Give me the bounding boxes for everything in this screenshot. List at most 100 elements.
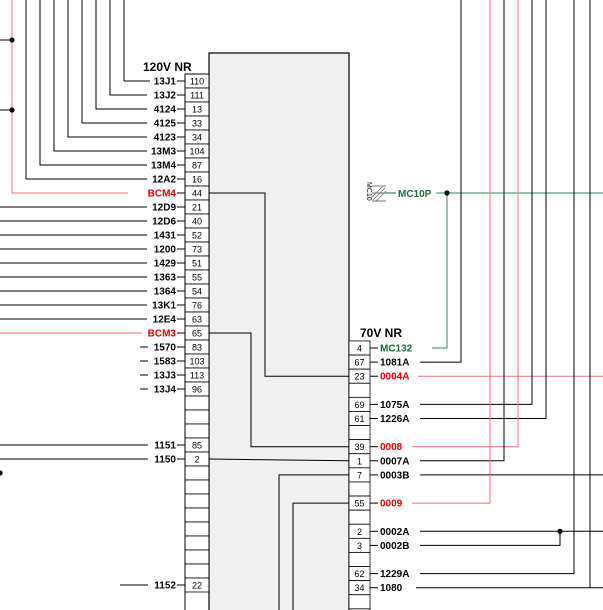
left-wire-label: 1363 xyxy=(154,273,177,284)
right-pin-cell xyxy=(348,481,371,497)
right-pin-number: 2 xyxy=(357,527,362,537)
left-pin-number: 44 xyxy=(192,189,202,199)
left-connector-title: 120V NR xyxy=(143,60,192,74)
left-wire-label: 4125 xyxy=(154,119,177,130)
right-wire-label: 1229A xyxy=(380,569,409,580)
wire-junction-dot xyxy=(0,470,3,476)
right-wire-label: MC132 xyxy=(380,344,413,355)
left-wire-label: 1583 xyxy=(154,357,177,368)
left-pin-cell xyxy=(184,493,210,509)
wiring-diagram: 11013J111113J213412433412534412310413M38… xyxy=(0,0,603,610)
left-wire-label: 12D6 xyxy=(152,217,176,228)
left-riser-wire xyxy=(39,0,147,166)
right-pin-number: 34 xyxy=(354,583,364,593)
right-pin-cell xyxy=(348,382,371,398)
right-wire-label: 0004A xyxy=(380,372,409,383)
right-wire-label: 1075A xyxy=(380,400,409,411)
left-wire-label: BCM3 xyxy=(148,329,177,340)
right-connector-title: 70V NR xyxy=(360,326,402,340)
right-pin-number: 23 xyxy=(354,372,364,382)
left-pin-number: 113 xyxy=(190,371,204,381)
left-wire-label: 1200 xyxy=(154,245,177,256)
right-wire-label: 1080 xyxy=(380,583,403,594)
left-pin-cell xyxy=(184,423,210,439)
left-riser-wire xyxy=(95,0,147,110)
left-pin-number: 83 xyxy=(192,343,202,353)
right-pin-number: 62 xyxy=(354,569,364,579)
left-pin-number: 22 xyxy=(192,581,202,591)
right-pin-cell xyxy=(348,509,371,525)
left-wire-label: 12D9 xyxy=(152,203,176,214)
left-pin-number: 54 xyxy=(192,287,202,297)
left-pin-cell xyxy=(184,479,210,495)
right-pin-cell xyxy=(348,552,371,567)
right-pin-cell xyxy=(348,425,371,441)
left-pin-cell xyxy=(184,563,210,579)
left-pin-cell xyxy=(184,521,210,537)
left-pin-cell xyxy=(184,395,210,411)
capacitor-net-label: MC10P xyxy=(398,189,432,200)
wire-junction-dot xyxy=(9,37,15,43)
left-connector-120v: 110 13J1 111 13J2 13 4124 33 4125 34 4123 104 13M3 8… xyxy=(148,73,210,610)
left-wire-label: 13M3 xyxy=(151,147,176,158)
left-riser-wire xyxy=(67,0,147,138)
left-wire-label: 13J4 xyxy=(154,385,177,396)
left-pin-number: 111 xyxy=(190,91,204,101)
left-pin-number: 16 xyxy=(192,175,202,185)
right-connector-70v: 4 MC13267 1081A23 0004A69 1075A61 1226A39 0008… xyxy=(348,340,413,610)
right-riser-wire xyxy=(420,0,533,405)
left-pin-number: 76 xyxy=(192,301,202,311)
left-wire-label: 1429 xyxy=(154,259,177,270)
left-pin-number: 2 xyxy=(194,455,199,465)
right-pin-number: 61 xyxy=(354,414,364,424)
left-pin-number: 52 xyxy=(192,231,202,241)
right-wire-label: 0002B xyxy=(380,541,409,552)
right-pin-number: 1 xyxy=(357,456,362,466)
right-pin-cell xyxy=(348,594,371,610)
left-wire-label: 1431 xyxy=(154,231,177,242)
left-riser-wire xyxy=(81,0,147,124)
left-wire-label: 1150 xyxy=(154,455,176,466)
right-wire-label: 0002A xyxy=(380,527,409,538)
right-riser-wire xyxy=(420,0,462,363)
left-pin-number: 104 xyxy=(189,147,204,157)
left-wire-label: 13J3 xyxy=(154,371,177,382)
left-red-wire xyxy=(11,0,128,194)
right-wire-label: 1226A xyxy=(380,414,409,425)
right-wire-label: 0007A xyxy=(380,456,409,467)
left-pin-number: 103 xyxy=(189,357,204,367)
wire-junction-dot xyxy=(444,190,450,196)
left-pin-number: 33 xyxy=(192,119,202,129)
left-wire-label: 4123 xyxy=(154,133,177,144)
left-pin-number: 34 xyxy=(192,133,202,143)
left-pin-number: 73 xyxy=(192,245,202,255)
left-pin-number: 13 xyxy=(192,105,202,115)
right-green-wire xyxy=(432,193,448,349)
right-wire-label: 1081A xyxy=(380,358,409,369)
left-wire-label: 1570 xyxy=(154,343,177,354)
left-pin-cell xyxy=(184,465,210,481)
right-pin-number: 69 xyxy=(354,400,364,410)
right-output-wire xyxy=(420,531,561,546)
left-wire-label: 4124 xyxy=(154,105,177,116)
left-pin-number: 65 xyxy=(192,329,202,339)
wire-junction-dot xyxy=(557,528,563,534)
left-wire-label: 13K1 xyxy=(152,301,176,312)
right-wire-label: 0008 xyxy=(380,442,403,453)
right-red-wire xyxy=(412,0,491,504)
right-pin-number: 3 xyxy=(357,541,362,551)
capacitor-ref-label: MC10 xyxy=(365,182,372,201)
left-pin-number: 55 xyxy=(192,273,202,283)
left-pin-cell xyxy=(184,409,210,425)
left-pin-cell xyxy=(184,549,210,565)
right-riser-wire xyxy=(420,0,575,575)
left-riser-wire xyxy=(25,0,147,180)
left-pin-number: 21 xyxy=(192,203,202,213)
left-pin-number: 85 xyxy=(192,441,202,451)
right-wire-label: 0003B xyxy=(380,470,409,481)
right-pin-number: 55 xyxy=(354,499,364,509)
right-riser-wire xyxy=(420,0,505,462)
left-wire-label: 12E4 xyxy=(153,315,177,326)
left-pin-number: 63 xyxy=(192,315,202,325)
right-pin-number: 39 xyxy=(354,442,364,452)
